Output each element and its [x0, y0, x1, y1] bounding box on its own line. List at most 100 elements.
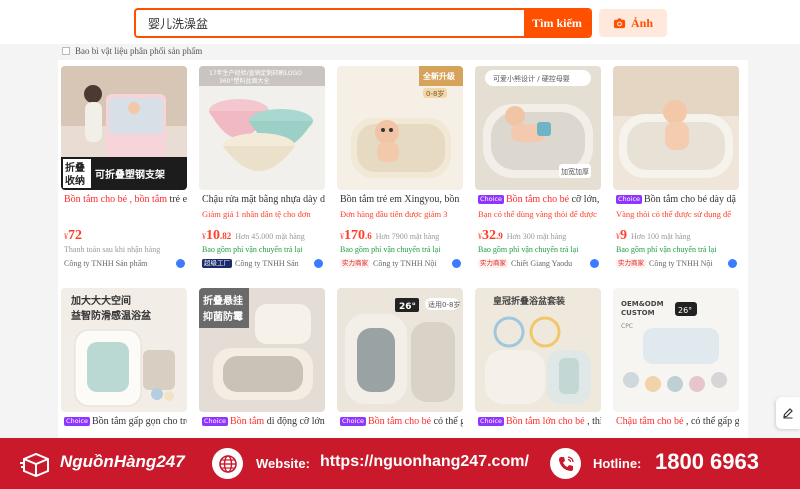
filter-checkbox[interactable]	[62, 47, 70, 55]
search-box: Tìm kiếm	[134, 8, 592, 38]
choice-badge: Choice	[64, 417, 91, 426]
image-caption: 360°塑料盆面大全	[219, 77, 269, 85]
hotline-label: Hotline:	[593, 456, 642, 471]
product-title: Choice Bồn tắm gấp gọn cho trẻ	[64, 415, 187, 429]
image-caption: 26°	[399, 302, 416, 312]
product-card[interactable]: 17年生产经验/直销定制印刷LOGO 360°塑料盆面大全 Chậu rửa m…	[199, 60, 325, 270]
product-image: OEM&ODM CUSTOM CPC 26°	[613, 288, 739, 412]
shop-name[interactable]: 实力商家 Công ty TNHH Nội	[340, 258, 463, 270]
filter-label: Bao bì vật liệu phân phối sản phẩm	[75, 46, 203, 56]
title-rest: di động cỡ lớn,	[264, 416, 325, 427]
image-caption: 加宽加厚	[561, 167, 589, 176]
hotline-number[interactable]: 1800 6963	[655, 449, 759, 475]
shop-name-text: Chiết Giang Yaodu	[511, 259, 573, 268]
title-rest: cỡ lớn,	[569, 194, 600, 205]
price-dec: .9	[496, 231, 503, 241]
product-image: 折叠 收纳 可折叠塑钢支架	[61, 66, 187, 190]
promo-text: Bạn có thể dùng vàng thỏi để được	[478, 209, 597, 219]
title-highlight: Bồn tắm cho bé , bồn tắm	[64, 194, 168, 205]
shop-name-text: Công ty TNHH Sản	[235, 259, 299, 268]
camera-icon	[613, 17, 626, 28]
shop-name[interactable]: Công ty TNHH Sản phẩm	[64, 258, 187, 270]
logo-box-icon	[20, 452, 49, 477]
shipping-text: Thanh toán sau khi nhận hàng	[64, 245, 161, 254]
chat-icon[interactable]	[452, 259, 461, 268]
image-caption: 皇冠折叠浴盆套装	[493, 295, 566, 307]
shop-name-text: Công ty TNHH Nội	[649, 259, 713, 268]
price: ¥170.6 Hơn 7900 mặt hàng	[340, 226, 463, 242]
image-caption: 0-8岁	[426, 89, 444, 98]
sold-count: Hơn 45.000 mặt hàng	[235, 232, 305, 241]
price-int: 9	[620, 228, 627, 242]
product-title: Choice Bồn tắm cho bé dày dặ	[616, 193, 739, 207]
image-caption: 可折叠塑钢支架	[95, 168, 165, 181]
image-caption: OEM&ODM	[621, 300, 664, 308]
price: ¥10.82 Hơn 45.000 mặt hàng	[202, 226, 325, 242]
price-dec: .82	[220, 231, 232, 241]
title-rest: Bồn tắm cho bé dày dặ	[644, 194, 736, 205]
promo-text: Vàng thỏi có thể được sử dụng để	[616, 209, 731, 219]
product-image: 26° 适用0-8岁	[337, 288, 463, 412]
product-title: Choice Bồn tắm cho bé có thể g	[340, 415, 463, 429]
product-card[interactable]: Choice Bồn tắm cho bé dày dặ Vàng thỏi có…	[613, 60, 739, 270]
choice-badge: Choice	[202, 417, 229, 426]
website-link[interactable]: https://nguonhang247.com/	[320, 453, 529, 471]
price-int: 170	[344, 228, 365, 242]
image-caption: 适用0-8岁	[428, 300, 460, 309]
product-title: Chậu rửa mặt bằng nhựa dày d	[202, 193, 325, 207]
shipping-text: Bao gồm phí vận chuyển trả lại	[616, 245, 717, 254]
title-highlight: Bồn tắm	[230, 416, 265, 427]
image-caption: CUSTOM	[621, 309, 655, 317]
product-title: Choice Bồn tắm cho bé cỡ lớn,	[478, 193, 601, 207]
sold-count: Hơn 300 mặt hàng	[506, 232, 567, 241]
shop-name[interactable]: 实力商家 Chiết Giang Yaodu	[478, 258, 601, 270]
product-card[interactable]: 折叠 收纳 可折叠塑钢支架 Bồn tắm cho bé , bồn tắm t…	[61, 60, 187, 270]
edit-button[interactable]	[776, 397, 800, 429]
image-search-button[interactable]: Ảnh	[599, 9, 667, 37]
shop-name[interactable]: 超级工厂 Công ty TNHH Sản	[202, 258, 325, 270]
website-label: Website:	[256, 456, 310, 471]
title-rest: trẻ e	[167, 194, 187, 205]
shop-tag: 实力商家	[340, 259, 370, 268]
image-caption: 加大大大空间	[70, 294, 131, 307]
title-rest: có thể g	[431, 416, 463, 427]
promo-text: Giảm giá 1 nhân dân tệ cho đơn	[202, 209, 311, 219]
title-rest: , thì	[584, 416, 601, 427]
price-int: 72	[68, 228, 82, 242]
title-rest: Bồn tắm trẻ em Xingyou, bồn	[340, 194, 460, 205]
product-title: Choice Bồn tắm lớn cho bé , thì	[478, 415, 601, 429]
image-caption: CPC	[621, 323, 633, 330]
sold-count: Hơn 100 mặt hàng	[631, 232, 691, 241]
edit-icon	[783, 408, 793, 419]
chat-icon[interactable]	[176, 259, 185, 268]
product-card[interactable]: 全新升级 0-8岁 Bồn tắm trẻ em Xingyou, bồn Đơ…	[337, 60, 463, 270]
search-button[interactable]: Tìm kiếm	[524, 10, 590, 36]
filter-bar: Bao bì vật liệu phân phối sản phẩm	[0, 44, 800, 60]
image-caption: 收纳	[65, 174, 85, 187]
search-input[interactable]	[136, 10, 524, 36]
chat-icon[interactable]	[590, 259, 599, 268]
shop-name[interactable]: 实力商家 Công ty TNHH Nội	[616, 258, 739, 270]
title-highlight: Bồn tắm lớn cho bé	[506, 416, 585, 427]
product-image	[613, 66, 739, 190]
price: ¥9 Hơn 100 mặt hàng	[616, 226, 739, 242]
image-caption: 全新升级	[422, 71, 456, 81]
product-image: 折叠悬挂 抑菌防霉	[199, 288, 325, 412]
top-bar: Tìm kiếm Ảnh	[0, 0, 800, 44]
product-card[interactable]: 可爱小熊设计 / 硬控母婴 加宽加厚 Choice Bồn tắm cho bé …	[475, 60, 601, 270]
sold-count: Hơn 7900 mặt hàng	[375, 232, 440, 241]
product-title: Bồn tắm trẻ em Xingyou, bồn	[340, 193, 463, 207]
product-title: Bồn tắm cho bé , bồn tắm trẻ e	[64, 193, 187, 207]
footer-banner: NguồnHàng247 Website: https://nguonhang2…	[0, 438, 800, 489]
price-int: 10	[206, 228, 220, 242]
choice-badge: Choice	[340, 417, 367, 426]
chat-icon[interactable]	[728, 259, 737, 268]
shop-tag: 实力商家	[478, 259, 508, 268]
shop-tag: 超级工厂	[202, 259, 232, 268]
image-caption: 折叠悬挂	[203, 294, 243, 307]
title-rest: Chậu rửa mặt bằng nhựa dày d	[202, 194, 325, 205]
product-image: 全新升级 0-8岁	[337, 66, 463, 190]
product-image: 17年生产经验/直销定制印刷LOGO 360°塑料盆面大全	[199, 66, 325, 190]
title-rest: , có thể gấp g	[683, 416, 739, 427]
chat-icon[interactable]	[314, 259, 323, 268]
